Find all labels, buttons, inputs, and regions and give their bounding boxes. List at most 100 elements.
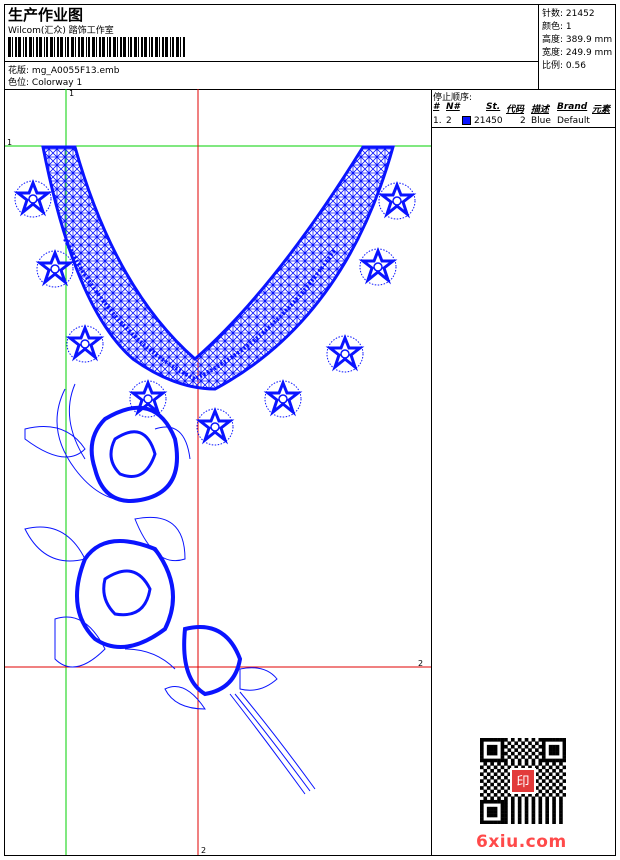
- qr-module: [510, 758, 515, 763]
- qr-module: [552, 748, 556, 752]
- qr-module: [552, 782, 556, 787]
- qr-module: [517, 738, 522, 742]
- qr-module: [480, 793, 484, 797]
- qr-module: [493, 748, 498, 752]
- qr-module: [548, 765, 553, 770]
- star-flower: [35, 249, 75, 289]
- qr-module: [500, 758, 505, 763]
- qr-module: [493, 772, 498, 777]
- qr-module: [548, 793, 553, 797]
- qr-module: [490, 748, 494, 752]
- barcode-bar: [33, 37, 34, 57]
- qr-module: [480, 786, 484, 790]
- qr-module: [493, 820, 498, 824]
- barcode-bar: [96, 37, 97, 57]
- qr-module: [510, 744, 515, 749]
- qr-module: [538, 768, 543, 773]
- qr-module: [559, 775, 563, 780]
- qr-module: [490, 789, 494, 794]
- qr-module: [538, 810, 543, 814]
- qr-module: [552, 799, 556, 804]
- barcode-bar: [117, 37, 118, 57]
- qr-module: [562, 765, 566, 770]
- site-logo: 6xiu.com: [476, 832, 567, 852]
- barcode-bar: [176, 37, 179, 57]
- barcode-bar: [15, 37, 17, 57]
- qr-module: [497, 820, 501, 824]
- barcode-bar: [155, 37, 158, 57]
- qr-module: [559, 762, 563, 766]
- qr-module: [531, 796, 536, 801]
- qr-module: [517, 758, 522, 763]
- qr-module: [548, 779, 553, 783]
- qr-module: [531, 751, 536, 756]
- barcode-bar: [88, 37, 90, 57]
- qr-module: [517, 820, 522, 824]
- barcode-bar: [138, 37, 139, 57]
- qr-module: [562, 751, 566, 756]
- col-description: 描述: [531, 105, 550, 115]
- barcode-bar: [75, 37, 76, 57]
- qr-module: [541, 755, 546, 759]
- qr-module: [500, 765, 505, 770]
- qr-module: [504, 803, 508, 807]
- qr-module: [497, 768, 501, 773]
- qr-module: [552, 789, 556, 794]
- qr-module: [493, 751, 498, 756]
- qr-module: [524, 796, 529, 801]
- qr-module: [555, 748, 560, 752]
- qr-module: [510, 820, 515, 824]
- qr-module: [480, 799, 484, 804]
- qr-module: [480, 779, 484, 783]
- qr-module: [500, 738, 505, 742]
- star-flower: [377, 181, 417, 221]
- qr-module: [552, 738, 556, 742]
- barcode-bar: [36, 37, 38, 57]
- qr-module: [486, 799, 491, 804]
- qr-module: [559, 738, 563, 742]
- rose-upper: [24, 383, 191, 503]
- qr-module: [555, 793, 560, 797]
- barcode-bar: [86, 37, 87, 57]
- qr-module: [538, 744, 543, 749]
- qr-module: [500, 817, 505, 821]
- barcode-bar: [165, 37, 168, 57]
- qr-module: [538, 796, 543, 801]
- qr-module: [545, 775, 549, 780]
- qr-module: [500, 748, 505, 752]
- qr-module: [486, 748, 491, 752]
- barcode-bar: [29, 37, 32, 57]
- qr-module: [521, 741, 525, 746]
- qr-module: [552, 796, 556, 801]
- qr-module: [517, 751, 522, 756]
- barcode-bar: [113, 37, 116, 57]
- stat-scale: 比例: 0.56: [542, 61, 586, 71]
- qr-module: [493, 799, 498, 804]
- qr-module: [538, 813, 543, 818]
- qr-module: [493, 793, 498, 797]
- qr-module: [490, 782, 494, 787]
- qr-module: [504, 813, 508, 818]
- star-flower: [358, 247, 398, 287]
- qr-module: [552, 775, 556, 780]
- barcode-bar: [180, 37, 181, 57]
- qr-module: [548, 751, 553, 756]
- studio-subtitle: Wilcom(汇众) 踏饰工作室: [8, 26, 114, 36]
- qr-module: [517, 810, 522, 814]
- qr-module: [548, 786, 553, 790]
- qr-module: [545, 738, 549, 742]
- stat-stitches: 针数: 21452: [542, 9, 595, 19]
- qr-module: [559, 782, 563, 787]
- embroidery-canvas: 1 1 2 2: [5, 89, 431, 855]
- qr-module: [552, 806, 556, 811]
- qr-module: [500, 806, 505, 811]
- qr-module: [548, 738, 553, 742]
- qr-module: [559, 806, 563, 811]
- qr-module: [552, 820, 556, 824]
- colorway-value: Colorway 1: [31, 78, 83, 88]
- qr-module: [483, 758, 488, 763]
- qr-module: [531, 758, 536, 763]
- qr-module: [510, 762, 515, 766]
- qr-module: [504, 758, 508, 763]
- qr-module: [562, 738, 566, 742]
